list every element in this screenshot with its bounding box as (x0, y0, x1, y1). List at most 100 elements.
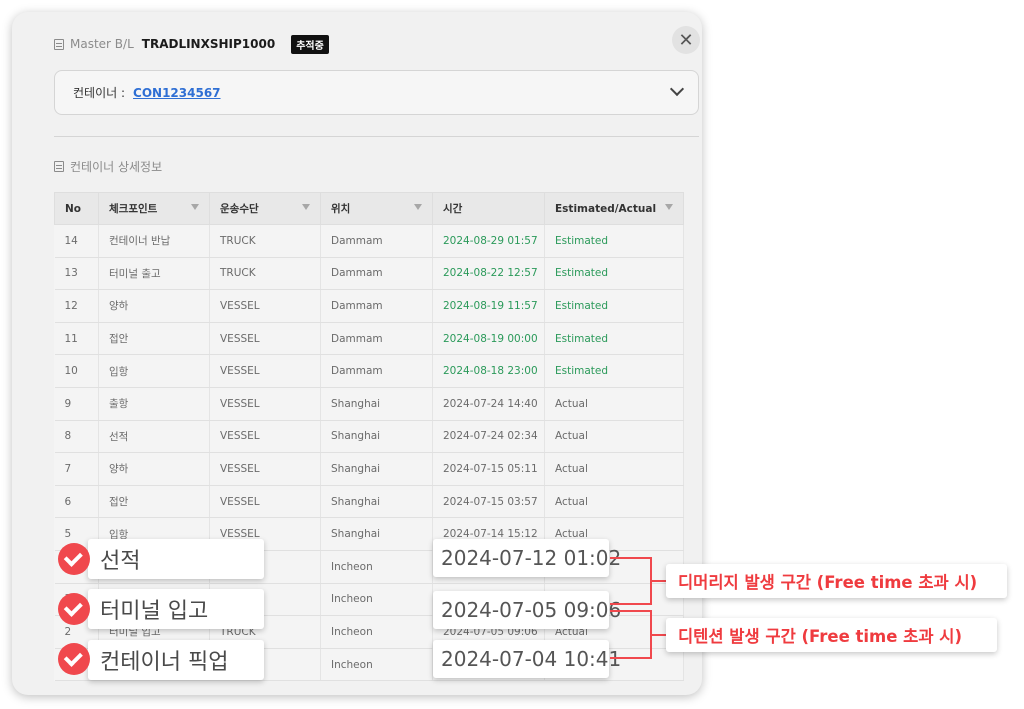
cell-no: 8 (54, 420, 99, 454)
table-row[interactable]: 10 입항 VESSEL Dammam 2024-08-18 23:00 Estimate… (54, 354, 684, 388)
highlight-tag-pickup: 컨테이너 픽업 (88, 640, 264, 680)
cell-status: Actual (544, 615, 684, 649)
section-header: 컨테이너 상세정보 (54, 158, 162, 175)
cell-no: 12 (54, 289, 99, 323)
document-icon (54, 38, 64, 50)
cell-transport: VESSEL (209, 354, 321, 388)
cell-status: Actual (544, 485, 684, 519)
close-icon: ✕ (678, 29, 694, 51)
column-header-location[interactable]: 위치 (320, 192, 433, 225)
container-number-link[interactable]: CON1234567 (133, 86, 221, 100)
cell-no: 13 (54, 257, 99, 291)
demurrage-callout: 디머리지 발생 구간 (Free time 초과 시) (666, 564, 1007, 598)
column-header-estimated-actual[interactable]: Estimated/Actual (544, 192, 684, 225)
cell-location: Shanghai (320, 517, 433, 551)
cell-location: Incheon (320, 583, 433, 617)
cell-time: 2024-07-15 03:57 (432, 485, 545, 519)
cell-status (544, 648, 684, 682)
modal-header: Master B/L TRADLINXSHIP1000 추적중 (54, 34, 329, 54)
cell-time (432, 583, 545, 617)
table-row[interactable]: 9 출항 VESSEL Shanghai 2024-07-24 14:40 Actual (54, 387, 684, 421)
column-header-no: No (54, 192, 99, 225)
cell-location: Shanghai (320, 387, 433, 421)
column-header-time: 시간 (432, 192, 545, 225)
cell-no: 6 (54, 485, 99, 519)
cell-location: Dammam (320, 289, 433, 323)
cell-status: Estimated (544, 354, 684, 388)
cell-transport: VESSEL (209, 387, 321, 421)
table-row[interactable]: 13 터미널 출고 TRUCK Dammam 2024-08-22 12:57 Estim… (54, 257, 684, 291)
container-dropdown[interactable]: 컨테이너 : CON1234567 (54, 70, 699, 115)
close-button[interactable]: ✕ (672, 26, 700, 54)
mbl-label: Master B/L (70, 37, 134, 51)
cell-status: Estimated (544, 257, 684, 291)
highlight-tag-label: 컨테이너 픽업 (100, 650, 229, 675)
cell-location: Shanghai (320, 420, 433, 454)
cell-location: Shanghai (320, 452, 433, 486)
cell-time (432, 648, 545, 682)
cell-time: 2024-08-19 11:57 (432, 289, 545, 323)
filter-icon[interactable] (191, 204, 199, 210)
status-badge: 추적중 (291, 34, 329, 54)
filter-icon[interactable] (665, 204, 673, 210)
cell-status: Actual (544, 517, 684, 551)
cell-checkpoint: 선적 (98, 420, 210, 454)
cell-location: Incheon (320, 648, 433, 682)
cell-status: Estimated (544, 289, 684, 323)
cell-location: Dammam (320, 257, 433, 291)
column-header-transport[interactable]: 운송수단 (209, 192, 321, 225)
cell-location: Dammam (320, 322, 433, 356)
table-row[interactable]: 7 양하 VESSEL Shanghai 2024-07-15 05:11 Actual (54, 452, 684, 486)
cell-checkpoint: 접안 (98, 485, 210, 519)
cell-status: Estimated (544, 224, 684, 258)
cell-checkpoint: 터미널 출고 (98, 257, 210, 291)
document-icon (54, 161, 64, 172)
cell-no: 7 (54, 452, 99, 486)
cell-status: Actual (544, 420, 684, 454)
stage: Master B/L TRADLINXSHIP1000 추적중 ✕ 컨테이너 :… (0, 0, 1024, 709)
filter-icon[interactable] (414, 204, 422, 210)
cell-transport: TRUCK (209, 224, 321, 258)
cell-location: Incheon (320, 550, 433, 584)
cell-checkpoint: 출항 (98, 387, 210, 421)
cell-checkpoint: 입항 (98, 354, 210, 388)
highlight-tag-terminal-in: 터미널 입고 (88, 589, 264, 629)
cell-status: Actual (544, 452, 684, 486)
filter-icon[interactable] (302, 204, 310, 210)
table-row[interactable]: 12 양하 VESSEL Dammam 2024-08-19 11:57 Estimate… (54, 289, 684, 323)
cell-transport: VESSEL (209, 322, 321, 356)
divider (54, 136, 699, 137)
section-title: 컨테이너 상세정보 (70, 160, 163, 174)
cell-time: 2024-07-24 14:40 (432, 387, 545, 421)
detention-callout: 디텐션 발생 구간 (Free time 초과 시) (666, 618, 997, 652)
table-header-row: No 체크포인트 운송수단 위치 시간 Estimated/Actual (54, 192, 684, 225)
cell-no: 14 (54, 224, 99, 258)
cell-time: 2024-08-19 00:00 (432, 322, 545, 356)
table-row[interactable]: 8 선적 VESSEL Shanghai 2024-07-24 02:34 Actual (54, 420, 684, 454)
cell-location: Dammam (320, 224, 433, 258)
table-row[interactable]: 14 컨테이너 반납 TRUCK Dammam 2024-08-29 01:57 Esti… (54, 224, 684, 258)
cell-no: 9 (54, 387, 99, 421)
highlight-tag-label: 터미널 입고 (100, 599, 209, 624)
cell-transport: VESSEL (209, 289, 321, 323)
cell-checkpoint: 접안 (98, 322, 210, 356)
cell-transport: TRUCK (209, 257, 321, 291)
column-header-checkpoint[interactable]: 체크포인트 (98, 192, 210, 225)
cell-no: 10 (54, 354, 99, 388)
cell-status (544, 550, 684, 584)
cell-transport: VESSEL (209, 420, 321, 454)
chevron-down-icon (669, 81, 685, 97)
cell-time: 2024-08-29 01:57 (432, 224, 545, 258)
cell-checkpoint: 컨테이너 반납 (98, 224, 210, 258)
cell-time: 2024-07-05 09:06 (432, 615, 545, 649)
cell-checkpoint: 양하 (98, 452, 210, 486)
cell-status: Actual (544, 387, 684, 421)
cell-time: 2024-07-15 05:11 (432, 452, 545, 486)
cell-time: 2024-08-22 12:57 (432, 257, 545, 291)
table-row[interactable]: 11 접안 VESSEL Dammam 2024-08-19 00:00 Estimate… (54, 322, 684, 356)
cell-time: 2024-08-18 23:00 (432, 354, 545, 388)
cell-location: Incheon (320, 615, 433, 649)
table-row[interactable]: 6 접안 VESSEL Shanghai 2024-07-15 03:57 Actual (54, 485, 684, 519)
cell-transport: VESSEL (209, 452, 321, 486)
cell-no: 11 (54, 322, 99, 356)
